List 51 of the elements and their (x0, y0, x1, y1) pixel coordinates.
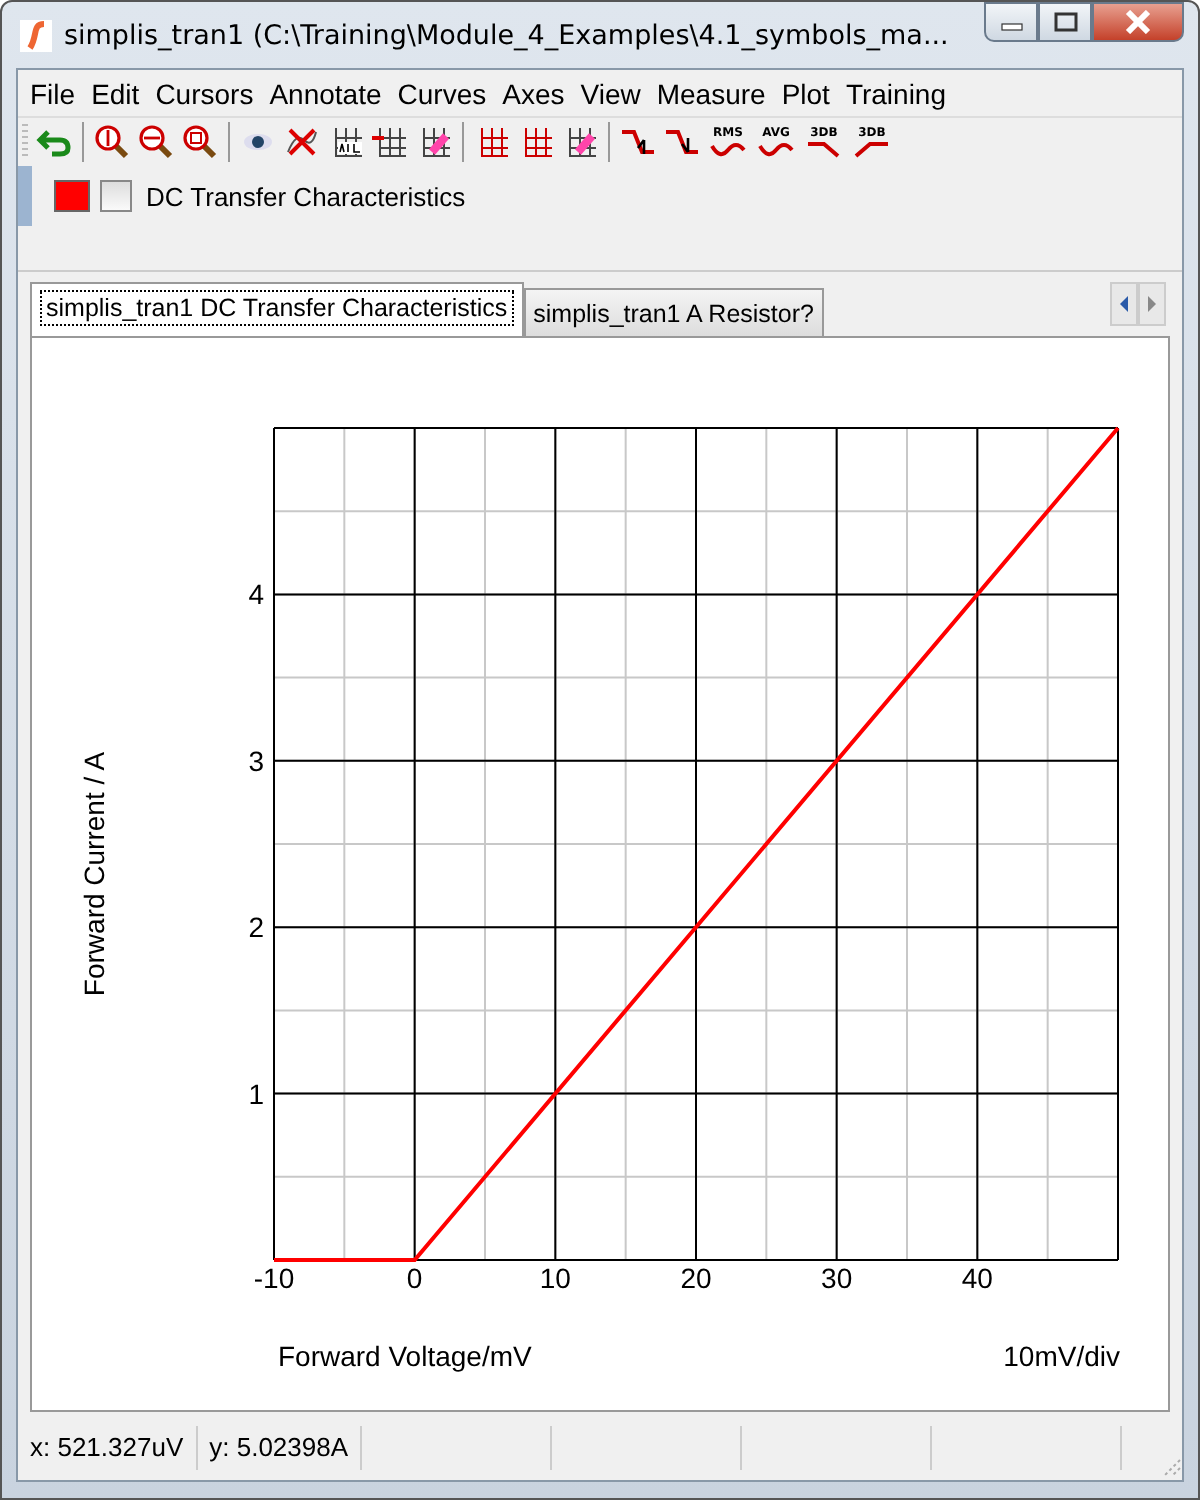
delete-curve-icon[interactable] (284, 124, 320, 160)
menu-item[interactable]: Cursors (147, 77, 262, 109)
scroll-right-button[interactable] (1138, 282, 1166, 326)
left-arrow-icon (1118, 296, 1130, 312)
close-icon (1124, 10, 1152, 34)
scale-label: 10mV/div (1003, 1340, 1120, 1372)
scroll-left-button[interactable] (1110, 282, 1138, 326)
tick-label: 2 (248, 911, 264, 944)
curve-color-swatch[interactable] (54, 180, 90, 212)
menu-item[interactable]: Edit (83, 77, 148, 109)
tick-label: 4 (248, 578, 264, 611)
tick-label: 0 (406, 1262, 423, 1294)
maximize-button[interactable] (1038, 2, 1092, 42)
edge-icon[interactable] (664, 124, 700, 160)
edge-icon[interactable] (620, 124, 656, 160)
minimize-button[interactable] (984, 2, 1038, 42)
zoom-icon[interactable] (182, 124, 218, 160)
menu-item[interactable]: View (572, 77, 649, 109)
menu-item[interactable]: Annotate (261, 77, 390, 109)
tick-label: -10 (253, 1262, 295, 1294)
tab[interactable]: simplis_tran1 A Resistor? (523, 288, 824, 336)
tick-label: 10 (539, 1262, 571, 1294)
curve-name: DC Transfer Characteristics (146, 181, 466, 211)
menu-item[interactable]: Training (837, 77, 954, 109)
menu-item[interactable]: Curves (389, 77, 495, 109)
window-title: simplis_tran1 (C:\Training\Module_4_Examples\4.1_symbols_ma... (64, 19, 951, 51)
toolbar-grip[interactable] (22, 124, 28, 160)
menu-item[interactable]: Measure (648, 77, 774, 109)
tab[interactable]: simplis_tran1 DC Transfer Characteristics (30, 282, 524, 336)
tick-label: 40 (961, 1262, 993, 1294)
maximize-icon (1053, 12, 1077, 32)
zoom-icon[interactable] (94, 124, 130, 160)
zoom-icon[interactable] (138, 124, 174, 160)
right-arrow-icon (1146, 296, 1158, 312)
status-text: x: 521.327uV (18, 1426, 198, 1470)
y-axis-label: Forward Current / A (78, 751, 110, 997)
tick-label: 20 (680, 1262, 712, 1294)
undo-icon[interactable] (36, 124, 72, 160)
status-text: y: 5.02398A (197, 1426, 363, 1470)
menu-item[interactable]: Axes (494, 77, 573, 109)
tick-label: 30 (821, 1262, 853, 1294)
tick-label: 3 (248, 744, 264, 777)
grid-icon[interactable] (372, 124, 408, 160)
tick-label: 1 (248, 1077, 264, 1110)
menu-item[interactable]: File (22, 77, 84, 109)
menu-item[interactable]: Plot (773, 77, 838, 109)
x-axis-label: Forward Voltage/mV (278, 1340, 532, 1372)
curve-checkbox[interactable] (100, 180, 132, 212)
close-button[interactable] (1092, 2, 1184, 42)
app-icon (20, 19, 52, 51)
legend-handle (18, 166, 32, 226)
